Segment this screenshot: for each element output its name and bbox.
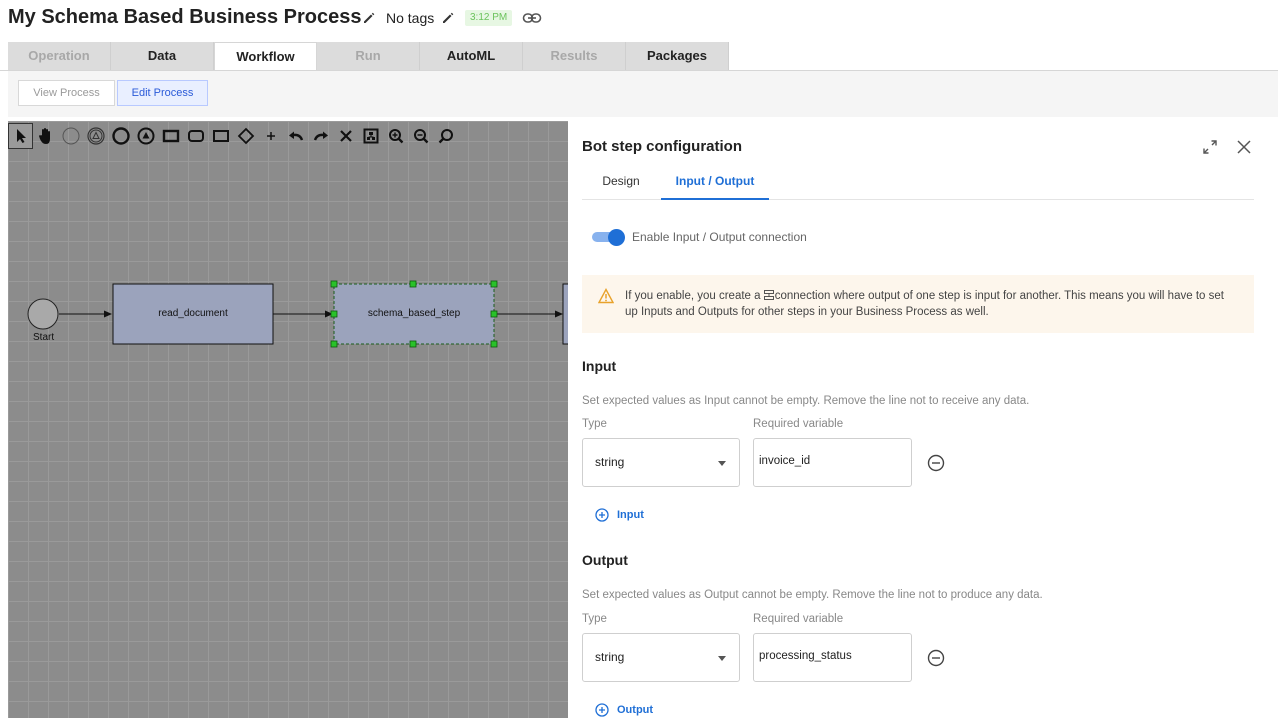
tab-automl[interactable]: AutoML	[420, 42, 523, 70]
input-hint: Set expected values as Input cannot be e…	[582, 395, 1030, 407]
output-hint: Set expected values as Output cannot be …	[582, 589, 1043, 601]
tab-design[interactable]: Design	[590, 167, 652, 200]
input-section-title: Input	[582, 358, 617, 374]
input-type-label: Type	[582, 418, 607, 430]
add-input-button[interactable]: Input	[595, 507, 644, 523]
input-variable-label: Required variable	[753, 418, 844, 430]
edit-tags-icon[interactable]	[441, 11, 455, 25]
io-connection-toggle-label: Enable Input / Output connection	[632, 230, 807, 244]
start-event-label: Start	[33, 332, 55, 343]
tab-packages[interactable]: Packages	[626, 42, 729, 70]
input-type-select[interactable]: string	[582, 438, 740, 487]
time-badge: 3:12 PM	[465, 10, 513, 26]
remove-input-icon[interactable]	[927, 454, 945, 472]
process-mode-bar: View Process Edit Process	[8, 71, 1278, 117]
output-type-select[interactable]: string	[582, 633, 740, 682]
add-input-label: Input	[617, 509, 644, 521]
page-title: My Schema Based Business Process	[8, 6, 362, 28]
remove-output-icon[interactable]	[927, 649, 945, 667]
warning-banner: If you enable, you create a connection w…	[582, 275, 1254, 333]
task-schema-based-step-label: schema_based_step	[367, 308, 461, 319]
output-variable-value: processing_status	[759, 650, 852, 662]
input-variable-value: invoice_id	[759, 455, 811, 467]
io-connection-toggle[interactable]	[592, 227, 626, 247]
tab-workflow[interactable]: Workflow	[214, 42, 317, 70]
chevron-down-icon	[718, 656, 726, 661]
close-icon[interactable]	[1235, 138, 1253, 156]
add-output-button[interactable]: Output	[595, 702, 653, 718]
output-type-label: Type	[582, 613, 607, 625]
chevron-down-icon	[718, 461, 726, 466]
tab-data[interactable]: Data	[111, 42, 214, 70]
tags-label[interactable]: No tags	[386, 10, 434, 26]
task-next-partial[interactable]	[562, 283, 568, 345]
tab-operation[interactable]: Operation	[8, 42, 111, 70]
bpmn-diagram	[27, 280, 568, 348]
input-variable-field[interactable]: invoice_id	[753, 438, 912, 487]
warning-text: If you enable, you create a connection w…	[625, 290, 1224, 318]
tab-run[interactable]: Run	[317, 42, 420, 70]
main-tabs: Operation Data Workflow Run AutoML Resul…	[8, 42, 729, 70]
output-variable-field[interactable]: processing_status	[753, 633, 912, 682]
link-icon[interactable]	[522, 10, 542, 26]
bot-step-config-panel: Bot step configuration Design Input / Ou…	[569, 121, 1278, 718]
input-type-value: string	[595, 455, 625, 469]
warning-icon	[598, 288, 614, 304]
task-read-document-label: read_document	[158, 308, 228, 319]
output-variable-label: Required variable	[753, 613, 844, 625]
edit-title-icon[interactable]	[362, 11, 376, 25]
output-type-value: string	[595, 650, 625, 664]
expand-icon[interactable]	[1201, 138, 1219, 156]
output-section-title: Output	[582, 552, 628, 568]
view-process-button[interactable]: View Process	[18, 80, 115, 106]
process-canvas[interactable]: Start read_document schema_based_step	[8, 121, 568, 718]
tab-results[interactable]: Results	[523, 42, 626, 70]
panel-title: Bot step configuration	[582, 138, 742, 155]
add-circle-icon	[595, 703, 609, 717]
connection-icon	[763, 290, 774, 300]
panel-tabs: Design Input / Output	[582, 167, 1254, 200]
start-event[interactable]	[27, 298, 59, 330]
tab-input-output[interactable]: Input / Output	[661, 167, 769, 200]
page-header: My Schema Based Business Process No tags…	[0, 0, 1278, 40]
add-circle-icon	[595, 508, 609, 522]
add-output-label: Output	[617, 704, 654, 716]
edit-process-button[interactable]: Edit Process	[117, 80, 208, 106]
